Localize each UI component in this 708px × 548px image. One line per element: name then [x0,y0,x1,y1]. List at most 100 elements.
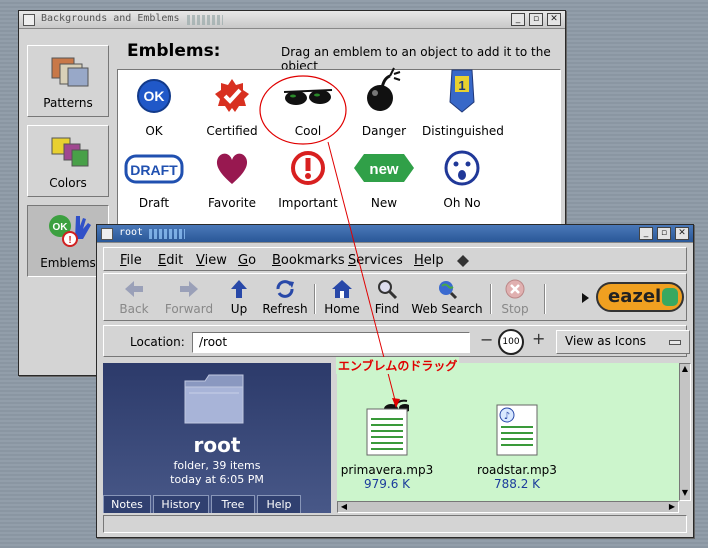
diamond-icon[interactable] [456,254,470,268]
new-icon: new [354,154,414,182]
window-menu-button[interactable] [23,14,35,26]
menu-bookmarks[interactable]: Bookmarks [272,253,345,268]
emblem-important[interactable]: Important [268,150,348,220]
tab-history[interactable]: History [153,495,209,513]
menu-mnemonic: E [158,253,167,268]
home-button[interactable]: Home [322,278,362,316]
maximize-button[interactable]: ▫ [657,227,671,240]
forward-arrow-icon [180,281,198,297]
svg-text:OK: OK [53,222,69,233]
audio-file-icon [366,399,409,456]
folder-info: folder, 39 items [173,459,261,472]
tab-help[interactable]: Help [257,495,301,513]
toolbar-label: Forward [164,302,214,316]
scroll-down-arrow[interactable]: ▼ [680,488,690,500]
menu-edit[interactable]: Edit [158,253,183,268]
svg-text:OK: OK [144,88,165,104]
emblem-label: New [370,196,398,210]
heart-icon [216,153,248,184]
scroll-left-arrow[interactable]: ◀ [338,502,350,512]
up-button[interactable]: Up [224,278,254,316]
home-icon [332,280,352,298]
svg-text:!: ! [68,235,71,246]
tab-notes[interactable]: Notes [103,495,151,513]
vertical-scrollbar[interactable]: ▲ ▼ [679,363,691,501]
view-as-select[interactable]: View as Icons [556,330,690,354]
emblem-ok[interactable]: OK OK [114,78,194,148]
menu-mnemonic: H [414,253,424,268]
location-input[interactable]: /root [192,332,470,353]
toolbar: Back Forward Up Refresh Home Find Web Se… [103,273,687,321]
status-bar [103,515,687,533]
patterns-icon [51,57,89,87]
menu-services[interactable]: Services [348,253,403,268]
title-bar[interactable]: root _ ▫ ✕ [97,225,693,243]
svg-text:new: new [369,161,399,178]
menu-label: ookmarks [280,253,345,268]
minimize-button[interactable]: _ [639,227,653,240]
emblem-danger[interactable]: Danger [344,67,424,148]
refresh-icon [276,280,294,298]
title-bar[interactable]: Backgrounds and Emblems _ ▫ ✕ [19,11,565,29]
menu-help[interactable]: Help [414,253,444,268]
menu-file[interactable]: File [120,253,142,268]
emblem-certified[interactable]: Certified [192,78,272,148]
toolbar-overflow-arrow-icon[interactable] [580,292,590,304]
stop-button[interactable]: Stop [498,278,532,316]
file-name: roadstar.mp3 [477,463,557,477]
emblem-distinguished[interactable]: 1 Distinguished [422,69,504,148]
oh-no-icon [444,150,480,186]
back-arrow-icon [125,281,143,297]
sidebar-item-patterns[interactable]: Patterns [27,45,109,117]
eazel-logo-mark [662,288,678,306]
scroll-up-arrow[interactable]: ▲ [680,364,690,376]
maximize-button[interactable]: ▫ [529,13,543,26]
refresh-button[interactable]: Refresh [262,278,308,316]
zoom-out-button[interactable]: − [480,330,493,349]
close-button[interactable]: ✕ [547,13,561,26]
zoom-in-button[interactable]: + [532,329,545,348]
web-search-button[interactable]: Web Search [410,278,484,316]
minimize-button[interactable]: _ [511,13,525,26]
emblem-favorite[interactable]: Favorite [192,150,272,220]
window-menu-button[interactable] [101,228,113,240]
forward-button[interactable]: Forward [164,278,214,316]
close-button[interactable]: ✕ [675,227,689,240]
emblems-heading: Emblems: [127,41,221,61]
bomb-icon [367,67,401,111]
zoom-level[interactable]: 100 [498,329,524,355]
toolbar-label: Back [119,302,149,316]
menu-view[interactable]: View [196,253,227,268]
window-title: Backgrounds and Emblems [41,13,180,24]
emblem-cool[interactable]: Cool [268,78,348,148]
tab-tree[interactable]: Tree [211,495,255,513]
menu-go[interactable]: Go [238,253,256,268]
emblem-draft[interactable]: DRAFT Draft [114,150,194,220]
file-item-roadstar[interactable]: ♪ roadstar.mp3 788.2 K [467,401,567,491]
toolbar-label: Web Search [411,302,483,316]
ribbon-icon: 1 [449,69,475,113]
back-button[interactable]: Back [116,278,152,316]
menu-label: ervices [356,253,403,268]
file-name: primavera.mp3 [340,463,434,477]
file-manager-window: root _ ▫ ✕ File Edit View Go Bookmarks S… [96,224,694,538]
horizontal-scrollbar[interactable]: ◀ ▶ [337,501,679,513]
sidebar-item-colors[interactable]: Colors [27,125,109,197]
find-button[interactable]: Find [372,278,402,316]
view-mode-label: View as Icons [565,334,647,348]
scroll-right-arrow[interactable]: ▶ [666,502,678,512]
title-decoration [149,229,185,239]
audio-file-icon: ♪ [496,404,538,456]
emblem-new[interactable]: new New [344,150,424,220]
sunglasses-icon [283,89,333,105]
toolbar-label: Up [230,302,248,316]
dropdown-icon [669,340,681,345]
emblem-oh-no[interactable]: Oh No [422,150,502,220]
svg-text:♪: ♪ [504,411,510,422]
file-size: 979.6 K [363,477,411,491]
colors-icon [51,137,89,167]
certified-icon [215,79,249,112]
menu-label: iew [204,253,227,268]
file-item-primavera[interactable]: primavera.mp3 979.6 K [337,391,437,491]
file-view[interactable]: primavera.mp3 979.6 K ♪ roadstar.mp3 788… [337,363,679,501]
